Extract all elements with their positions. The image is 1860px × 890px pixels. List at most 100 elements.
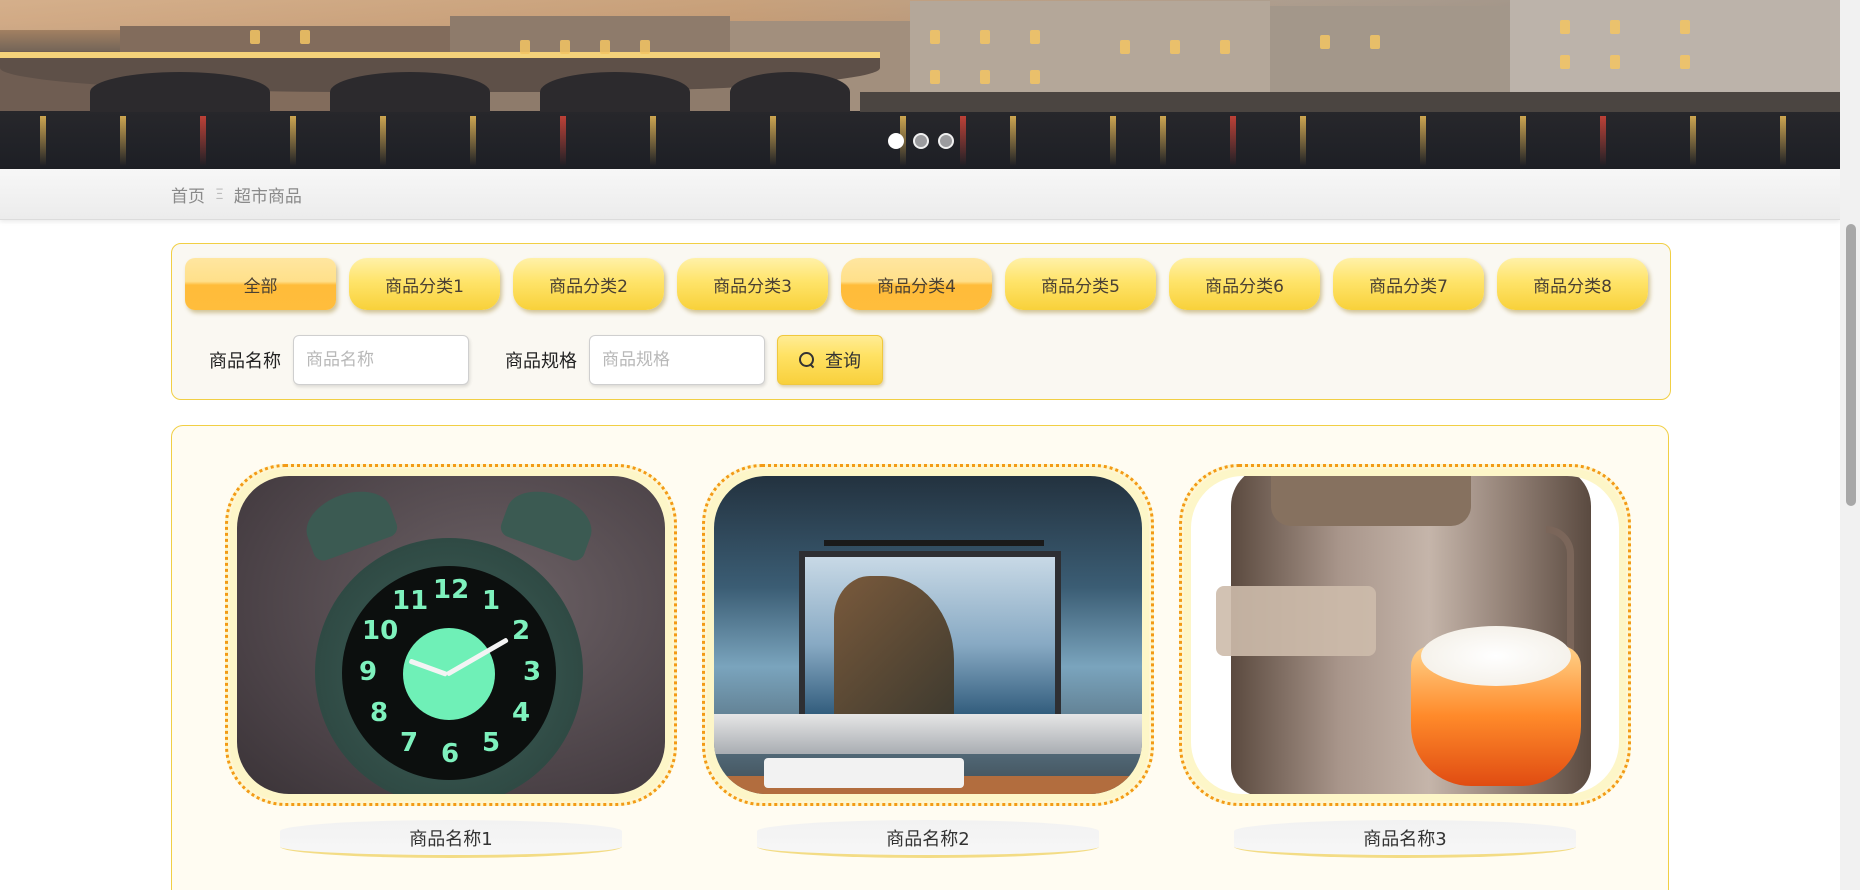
building-window xyxy=(250,30,260,44)
building-window xyxy=(930,30,940,44)
clock-numeral: 10 xyxy=(361,616,399,646)
product-card[interactable]: 商品名称3 xyxy=(1179,464,1631,858)
light-reflection xyxy=(560,116,566,166)
category-button[interactable]: 商品分类3 xyxy=(677,258,828,310)
building-window xyxy=(1610,20,1620,34)
desk-monitor-photo[interactable] xyxy=(714,476,1142,794)
clock-numeral: 7 xyxy=(400,728,419,758)
light-reflection xyxy=(1600,116,1606,166)
clock-numeral: 11 xyxy=(392,585,429,616)
banner-quay xyxy=(860,92,1840,114)
category-button[interactable]: 商品分类2 xyxy=(513,258,664,310)
light-reflection xyxy=(470,116,476,166)
building-window xyxy=(600,40,610,54)
light-reflection xyxy=(200,116,206,166)
light-reflection xyxy=(290,116,296,166)
product-card[interactable]: 商品名称2 xyxy=(702,464,1154,858)
building-window xyxy=(980,70,990,84)
product-spec-label: 商品规格 xyxy=(505,351,577,372)
breadcrumb-bar: 首页 Ξ 超市商品 xyxy=(0,169,1840,220)
search-button-label: 查询 xyxy=(825,351,861,372)
light-reflection xyxy=(120,116,126,166)
building-window xyxy=(930,70,940,84)
product-name-label: 商品名称 xyxy=(209,351,281,372)
building-window xyxy=(1030,30,1040,44)
building-window xyxy=(1610,55,1620,69)
clock-numeral: 9 xyxy=(359,657,378,687)
bridge-arch xyxy=(540,72,690,112)
category-button[interactable]: 商品分类8 xyxy=(1497,258,1648,310)
rice xyxy=(1421,626,1571,686)
scrollbar-thumb[interactable] xyxy=(1846,224,1856,506)
alarm-clock-photo[interactable]: 1 2 3 4 5 6 7 8 9 10 11 12 xyxy=(237,476,665,794)
clock-numeral: 6 xyxy=(441,739,460,769)
clock-bell xyxy=(298,480,400,564)
bridge-arch xyxy=(330,72,490,112)
category-all-button[interactable]: 全部 xyxy=(185,258,336,310)
light-reflection xyxy=(770,116,776,166)
keyboard xyxy=(764,758,964,788)
breadcrumb: 首页 Ξ 超市商品 xyxy=(171,182,302,208)
building-window xyxy=(1220,40,1230,54)
category-tabs: 全部 商品分类1 商品分类2 商品分类3 商品分类4 商品分类5 商品分类6 商品分类7 商品分… xyxy=(185,258,1648,310)
product-name[interactable]: 商品名称2 xyxy=(757,820,1099,858)
bridge-arch xyxy=(730,72,850,112)
monitor-light-bar xyxy=(824,540,1044,546)
search-row: 商品名称 商品规格 查询 xyxy=(209,335,883,385)
category-button[interactable]: 商品分类6 xyxy=(1169,258,1320,310)
clock-numeral: 2 xyxy=(512,616,531,646)
building-window xyxy=(300,30,310,44)
building-window xyxy=(640,40,650,54)
carousel-dot[interactable] xyxy=(913,133,929,149)
breadcrumb-current: 超市商品 xyxy=(233,187,302,207)
building-window xyxy=(1120,40,1130,54)
category-button[interactable]: 商品分类7 xyxy=(1333,258,1484,310)
carousel-dot[interactable] xyxy=(938,133,954,149)
breadcrumb-separator-icon: Ξ xyxy=(215,186,224,203)
search-button[interactable]: 查询 xyxy=(777,335,883,385)
building-window xyxy=(1170,40,1180,54)
clock-numeral: 4 xyxy=(512,698,531,728)
building-window xyxy=(1560,55,1570,69)
building-window xyxy=(1560,20,1570,34)
light-reflection xyxy=(1300,116,1306,166)
light-reflection xyxy=(960,116,966,166)
category-button[interactable]: 商品分类5 xyxy=(1005,258,1156,310)
building-window xyxy=(1370,35,1380,49)
banner-carousel[interactable] xyxy=(0,0,1840,169)
clock-numeral: 1 xyxy=(482,585,501,616)
category-button[interactable]: 商品分类1 xyxy=(349,258,500,310)
building-window xyxy=(520,40,530,54)
product-spec-input[interactable] xyxy=(589,335,765,385)
rice-cooker-panel xyxy=(1216,586,1376,656)
building-window xyxy=(1030,70,1040,84)
product-image-frame: 1 2 3 4 5 6 7 8 9 10 11 12 xyxy=(225,464,677,806)
product-name-input[interactable] xyxy=(293,335,469,385)
clock-numeral: 3 xyxy=(523,657,542,687)
light-reflection xyxy=(1420,116,1426,166)
rice-cooker-photo[interactable] xyxy=(1191,476,1619,794)
search-icon xyxy=(799,352,815,368)
light-reflection xyxy=(40,116,46,166)
carousel-dot[interactable] xyxy=(888,133,904,149)
building-window xyxy=(560,40,570,54)
product-name[interactable]: 商品名称3 xyxy=(1234,820,1576,858)
filter-panel: 全部 商品分类1 商品分类2 商品分类3 商品分类4 商品分类5 商品分类6 商品分类7 商品分… xyxy=(171,243,1671,400)
light-reflection xyxy=(1010,116,1016,166)
product-card[interactable]: 1 2 3 4 5 6 7 8 9 10 11 12 商品名称1 xyxy=(225,464,677,858)
product-image-frame xyxy=(1179,464,1631,806)
light-reflection xyxy=(1780,116,1786,166)
light-reflection xyxy=(1690,116,1696,166)
rice-cooker-lid xyxy=(1271,476,1471,526)
light-reflection xyxy=(1160,116,1166,166)
product-grid: 1 2 3 4 5 6 7 8 9 10 11 12 商品名称1 商品名称2 商… xyxy=(171,425,1669,890)
light-reflection xyxy=(1520,116,1526,166)
product-name[interactable]: 商品名称1 xyxy=(280,820,622,858)
breadcrumb-home-link[interactable]: 首页 xyxy=(171,182,205,207)
category-button[interactable]: 商品分类4 xyxy=(841,258,992,310)
product-image-frame xyxy=(702,464,1154,806)
bridge-arch xyxy=(90,72,270,112)
building-window xyxy=(1680,55,1690,69)
light-reflection xyxy=(1110,116,1116,166)
clock-bell xyxy=(498,480,600,564)
